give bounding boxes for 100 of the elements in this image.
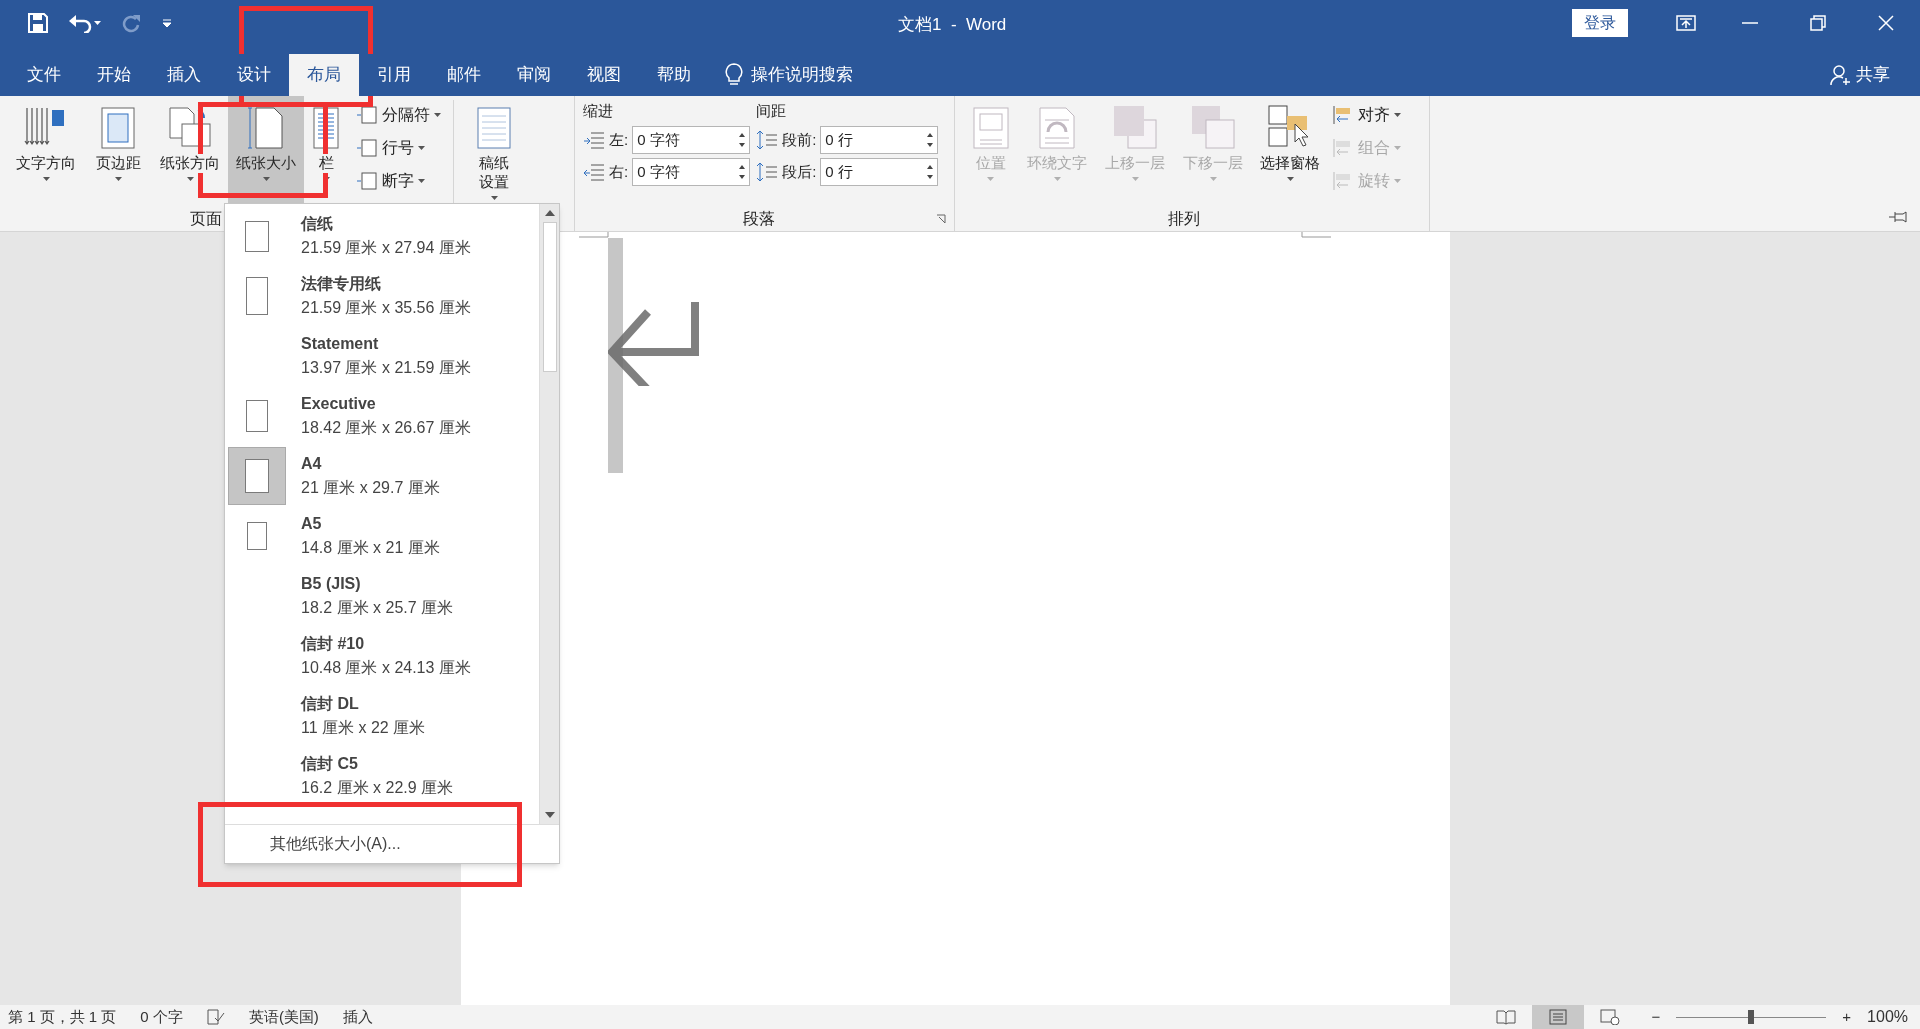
caret-icon: [1394, 146, 1401, 150]
scrollbar[interactable]: [539, 204, 559, 824]
zoom-level[interactable]: 100%: [1867, 1005, 1912, 1029]
paper-name: B5 (JIS): [301, 574, 362, 594]
insert-mode[interactable]: 插入: [342, 1005, 373, 1029]
paper-size-item[interactable]: 信纸 21.59 厘米 x 27.94 厘米: [225, 206, 539, 266]
web-layout-icon[interactable]: [1599, 1009, 1620, 1025]
ribbon-tab[interactable]: 布局: [289, 54, 359, 96]
paper-name: A4: [301, 454, 323, 474]
share-button[interactable]: 共享: [1856, 62, 1890, 88]
corner-mark-icon: [1300, 232, 1331, 238]
ribbon-small-button[interactable]: 对齐: [1332, 100, 1401, 130]
paper-size-item[interactable]: B5 (JIS) 18.2 厘米 x 25.7 厘米: [225, 566, 539, 626]
caret-icon: [1053, 176, 1061, 181]
caret-icon: [418, 146, 425, 150]
caret-icon: [1131, 176, 1139, 181]
zoom-out-button[interactable]: −: [1651, 1005, 1661, 1029]
undo-icon[interactable]: [68, 13, 102, 33]
spacing-icon: [756, 130, 779, 150]
ribbon-small-button[interactable]: 行号: [356, 133, 441, 163]
caret-icon: [186, 176, 194, 181]
page-count[interactable]: 第 1 页，共 1 页: [8, 1005, 117, 1029]
lightbulb-icon: [725, 63, 743, 87]
paper-name: 信封 DL: [301, 694, 360, 714]
print-layout-icon: [1548, 1009, 1567, 1025]
paper-size-item[interactable]: Executive 18.42 厘米 x 26.67 厘米: [225, 386, 539, 446]
caret-icon: [1394, 113, 1401, 117]
person-add-icon: [1830, 64, 1852, 86]
spinner-icon: [927, 164, 934, 180]
paper-size-item[interactable]: Statement 13.97 厘米 x 21.59 厘米: [225, 326, 539, 386]
paper-dimensions: 21 厘米 x 29.7 厘米: [301, 478, 440, 498]
caret-icon: [987, 176, 994, 181]
restore-icon[interactable]: [1810, 15, 1826, 31]
layers-icon: [1190, 104, 1236, 150]
word-count[interactable]: 0 个字: [140, 1005, 183, 1029]
caret-icon: [490, 195, 498, 200]
page-break-icon: [356, 138, 378, 158]
ribbon-button[interactable]: 稿纸设置: [466, 96, 522, 204]
paper-size-item[interactable]: 法律专用纸 21.59 厘米 x 35.56 厘米: [225, 266, 539, 326]
spin-field[interactable]: 0 字符: [632, 126, 751, 154]
text-wrap-icon: [1038, 106, 1076, 150]
read-mode-icon[interactable]: [1495, 1009, 1516, 1025]
ribbon-button[interactable]: 选择窗格: [1252, 96, 1328, 204]
ribbon-button[interactable]: 页边距: [84, 96, 152, 204]
page-icon: [246, 400, 268, 432]
caret-icon: [1394, 179, 1401, 183]
zoom-slider[interactable]: [1676, 1010, 1827, 1024]
customize-caret-icon[interactable]: [162, 18, 172, 28]
indent-icon: [583, 163, 605, 181]
close-icon[interactable]: [1878, 15, 1894, 31]
paper-name: 信纸: [301, 214, 334, 234]
page-icon: [246, 106, 286, 150]
redo-icon[interactable]: [122, 13, 142, 33]
caret-icon: [434, 113, 441, 117]
ribbon-button[interactable]: 文字方向: [8, 96, 84, 204]
ribbon-small-button[interactable]: 断字: [356, 166, 441, 196]
language-indicator[interactable]: 英语(美国): [248, 1005, 319, 1029]
ribbon-button[interactable]: 纸张方向: [152, 96, 228, 204]
zoom-in-button[interactable]: +: [1842, 1005, 1852, 1029]
caret-icon: [42, 176, 50, 181]
paper-dimensions: 10.48 厘米 x 24.13 厘米: [301, 658, 471, 678]
ribbon-display-icon[interactable]: [1676, 15, 1696, 31]
pin-icon[interactable]: [1888, 211, 1908, 223]
paper-name: A5: [301, 514, 323, 534]
page-break-icon: [356, 171, 378, 191]
ribbon-small-button[interactable]: 分隔符: [356, 100, 441, 130]
ribbon-button[interactable]: 栏: [304, 96, 348, 204]
paper-size-item[interactable]: A5 14.8 厘米 x 21 厘米: [225, 506, 539, 566]
ribbon-button[interactable]: 纸张大小: [228, 96, 304, 204]
spin-field[interactable]: 0 字符: [632, 158, 751, 186]
caret-icon: [1209, 176, 1217, 181]
paper-dimensions: 13.97 厘米 x 21.59 厘米: [301, 358, 471, 378]
field-label: 左:: [609, 129, 629, 150]
zoom-slider-thumb[interactable]: [1748, 1010, 1755, 1024]
more-paper-sizes-link[interactable]: 其他纸张大小(A)...: [270, 832, 401, 856]
paper-name: 法律专用纸: [301, 274, 382, 294]
group-heading: 缩进: [583, 101, 614, 121]
indent-icon: [583, 131, 605, 149]
proofing-icon[interactable]: [206, 1009, 225, 1025]
spin-field[interactable]: 0 行: [820, 158, 939, 186]
paper-dimensions: 11 厘米 x 22 厘米: [301, 718, 426, 738]
caret-icon: [114, 176, 122, 181]
paper-dimensions: 16.2 厘米 x 22.9 厘米: [301, 778, 454, 798]
spinner-icon: [739, 132, 746, 148]
tell-me-search[interactable]: 操作说明搜索: [751, 62, 853, 88]
caret-icon: [418, 179, 425, 183]
login-button[interactable]: 登录: [1572, 9, 1628, 37]
page-icon: [246, 277, 268, 315]
corner-mark-icon: [578, 232, 609, 238]
dialog-launcher-icon[interactable]: [936, 214, 946, 224]
paper-size-item[interactable]: 信封 DL 11 厘米 x 22 厘米: [225, 686, 539, 746]
scrollbar-thumb[interactable]: [542, 222, 557, 372]
paper-name: 信封 C5: [301, 754, 359, 774]
spinner-icon: [927, 132, 934, 148]
paper-size-item[interactable]: 信封 C5 16.2 厘米 x 22.9 厘米: [225, 746, 539, 806]
save-icon[interactable]: [28, 13, 48, 33]
paper-size-item[interactable]: 信封 #10 10.48 厘米 x 24.13 厘米: [225, 626, 539, 686]
paper-dimensions: 21.59 厘米 x 27.94 厘米: [301, 238, 471, 258]
paper-size-item[interactable]: A4 21 厘米 x 29.7 厘米: [225, 446, 539, 506]
spin-field[interactable]: 0 行: [820, 126, 939, 154]
